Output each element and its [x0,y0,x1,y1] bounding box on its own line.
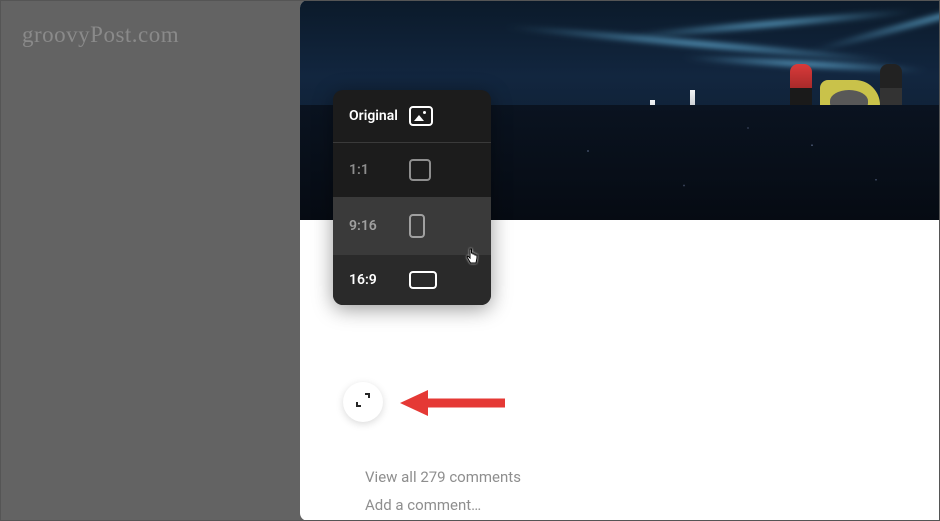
crop-option-label: 9:16 [349,218,409,234]
crop-option-label: 16:9 [349,272,409,288]
landscape-ratio-icon [409,271,437,289]
square-ratio-icon [409,159,431,181]
annotation-arrow-icon [400,388,510,422]
portrait-ratio-icon [409,214,425,238]
crop-option-label: Original [349,108,409,124]
view-all-comments-link[interactable]: View all 279 comments [365,468,940,486]
watermark-text: groovyPost.com [22,22,179,48]
pointer-cursor-icon [465,248,481,270]
crop-size-button[interactable] [343,382,383,422]
expand-icon [355,392,371,412]
crop-option-9-16[interactable]: 9:16 [333,198,491,255]
crop-option-original[interactable]: Original [333,90,491,143]
crop-option-label: 1:1 [349,162,409,178]
image-icon [409,106,433,126]
crop-option-1-1[interactable]: 1:1 [333,143,491,198]
crop-aspect-menu: Original 1:1 9:16 16:9 [333,90,491,305]
add-comment-input[interactable]: Add a comment… [365,496,940,514]
